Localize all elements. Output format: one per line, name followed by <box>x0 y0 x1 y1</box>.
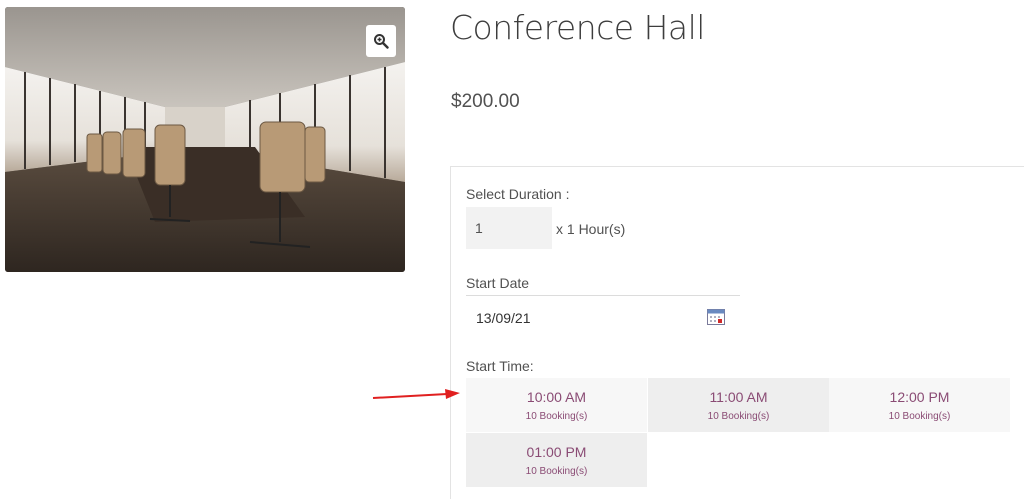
product-image[interactable] <box>5 7 405 272</box>
date-divider <box>466 295 740 296</box>
slot-time: 10:00 AM <box>526 389 587 405</box>
product-price: $200.00 <box>451 91 520 112</box>
annotation-arrow <box>372 389 460 399</box>
slot-bookings: 10 Booking(s) <box>707 411 770 422</box>
duration-label: Select Duration : <box>466 186 570 202</box>
conference-room-photo <box>5 7 405 272</box>
start-date-input[interactable]: 13/09/21 <box>466 300 740 336</box>
start-time-label: Start Time: <box>466 358 534 374</box>
time-slot-12pm[interactable]: 12:00 PM 10 Booking(s) <box>829 378 1010 432</box>
slot-time: 12:00 PM <box>889 389 950 405</box>
slot-bookings: 10 Booking(s) <box>525 411 588 422</box>
calendar-icon[interactable] <box>707 308 725 325</box>
slot-bookings: 10 Booking(s) <box>888 411 951 422</box>
zoom-button[interactable] <box>366 25 396 57</box>
slot-time: 01:00 PM <box>526 444 587 460</box>
time-slot-10am[interactable]: 10:00 AM 10 Booking(s) <box>466 378 647 432</box>
time-slot-1pm[interactable]: 01:00 PM 10 Booking(s) <box>466 433 647 487</box>
slot-time: 11:00 AM <box>709 389 768 405</box>
time-slot-11am[interactable]: 11:00 AM 10 Booking(s) <box>648 378 829 432</box>
product-title: Conference Hall <box>450 8 705 47</box>
start-date-label: Start Date <box>466 275 530 291</box>
duration-unit: x 1 Hour(s) <box>556 221 626 237</box>
zoom-in-icon <box>374 34 389 49</box>
duration-input[interactable]: 1 <box>466 207 552 249</box>
slot-bookings: 10 Booking(s) <box>525 466 588 477</box>
